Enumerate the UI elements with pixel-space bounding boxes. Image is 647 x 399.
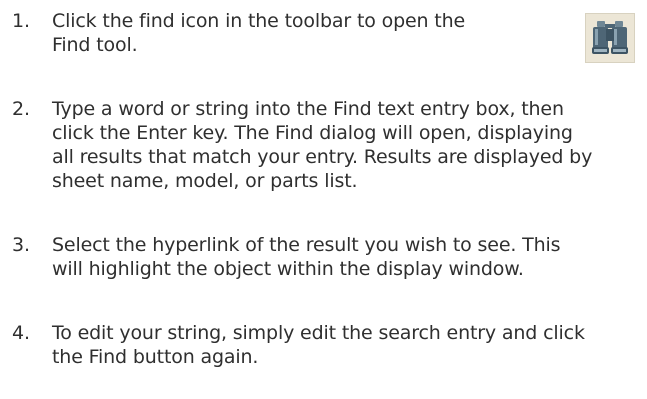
step-number: 1.	[12, 10, 30, 32]
step-line: all results that match your entry. Resul…	[52, 146, 593, 168]
step-line: Find tool.	[52, 34, 138, 56]
step-text: Select the hyperlink of the result you w…	[52, 233, 561, 281]
step-line: Click the find icon in the toolbar to op…	[52, 10, 466, 32]
step-number: 2.	[12, 98, 30, 120]
step-text: To edit your string, simply edit the sea…	[52, 321, 585, 369]
step-line: sheet name, model, or parts list.	[52, 170, 358, 192]
step-line: the Find button again.	[52, 346, 259, 368]
step-line: click the Enter key. The Find dialog wil…	[52, 122, 573, 144]
step-text: Type a word or string into the Find text…	[52, 97, 592, 193]
step-text: Click the find icon in the toolbar to op…	[52, 9, 472, 57]
step-line: Select the hyperlink of the result you w…	[52, 234, 561, 256]
step-number: 4.	[12, 322, 30, 344]
step-line: Type a word or string into the Find text…	[52, 98, 564, 120]
step-line: will highlight the object within the dis…	[52, 258, 524, 280]
step-line: To edit your string, simply edit the sea…	[52, 322, 585, 344]
binoculars-icon	[585, 13, 635, 63]
step-number: 3.	[12, 234, 30, 256]
